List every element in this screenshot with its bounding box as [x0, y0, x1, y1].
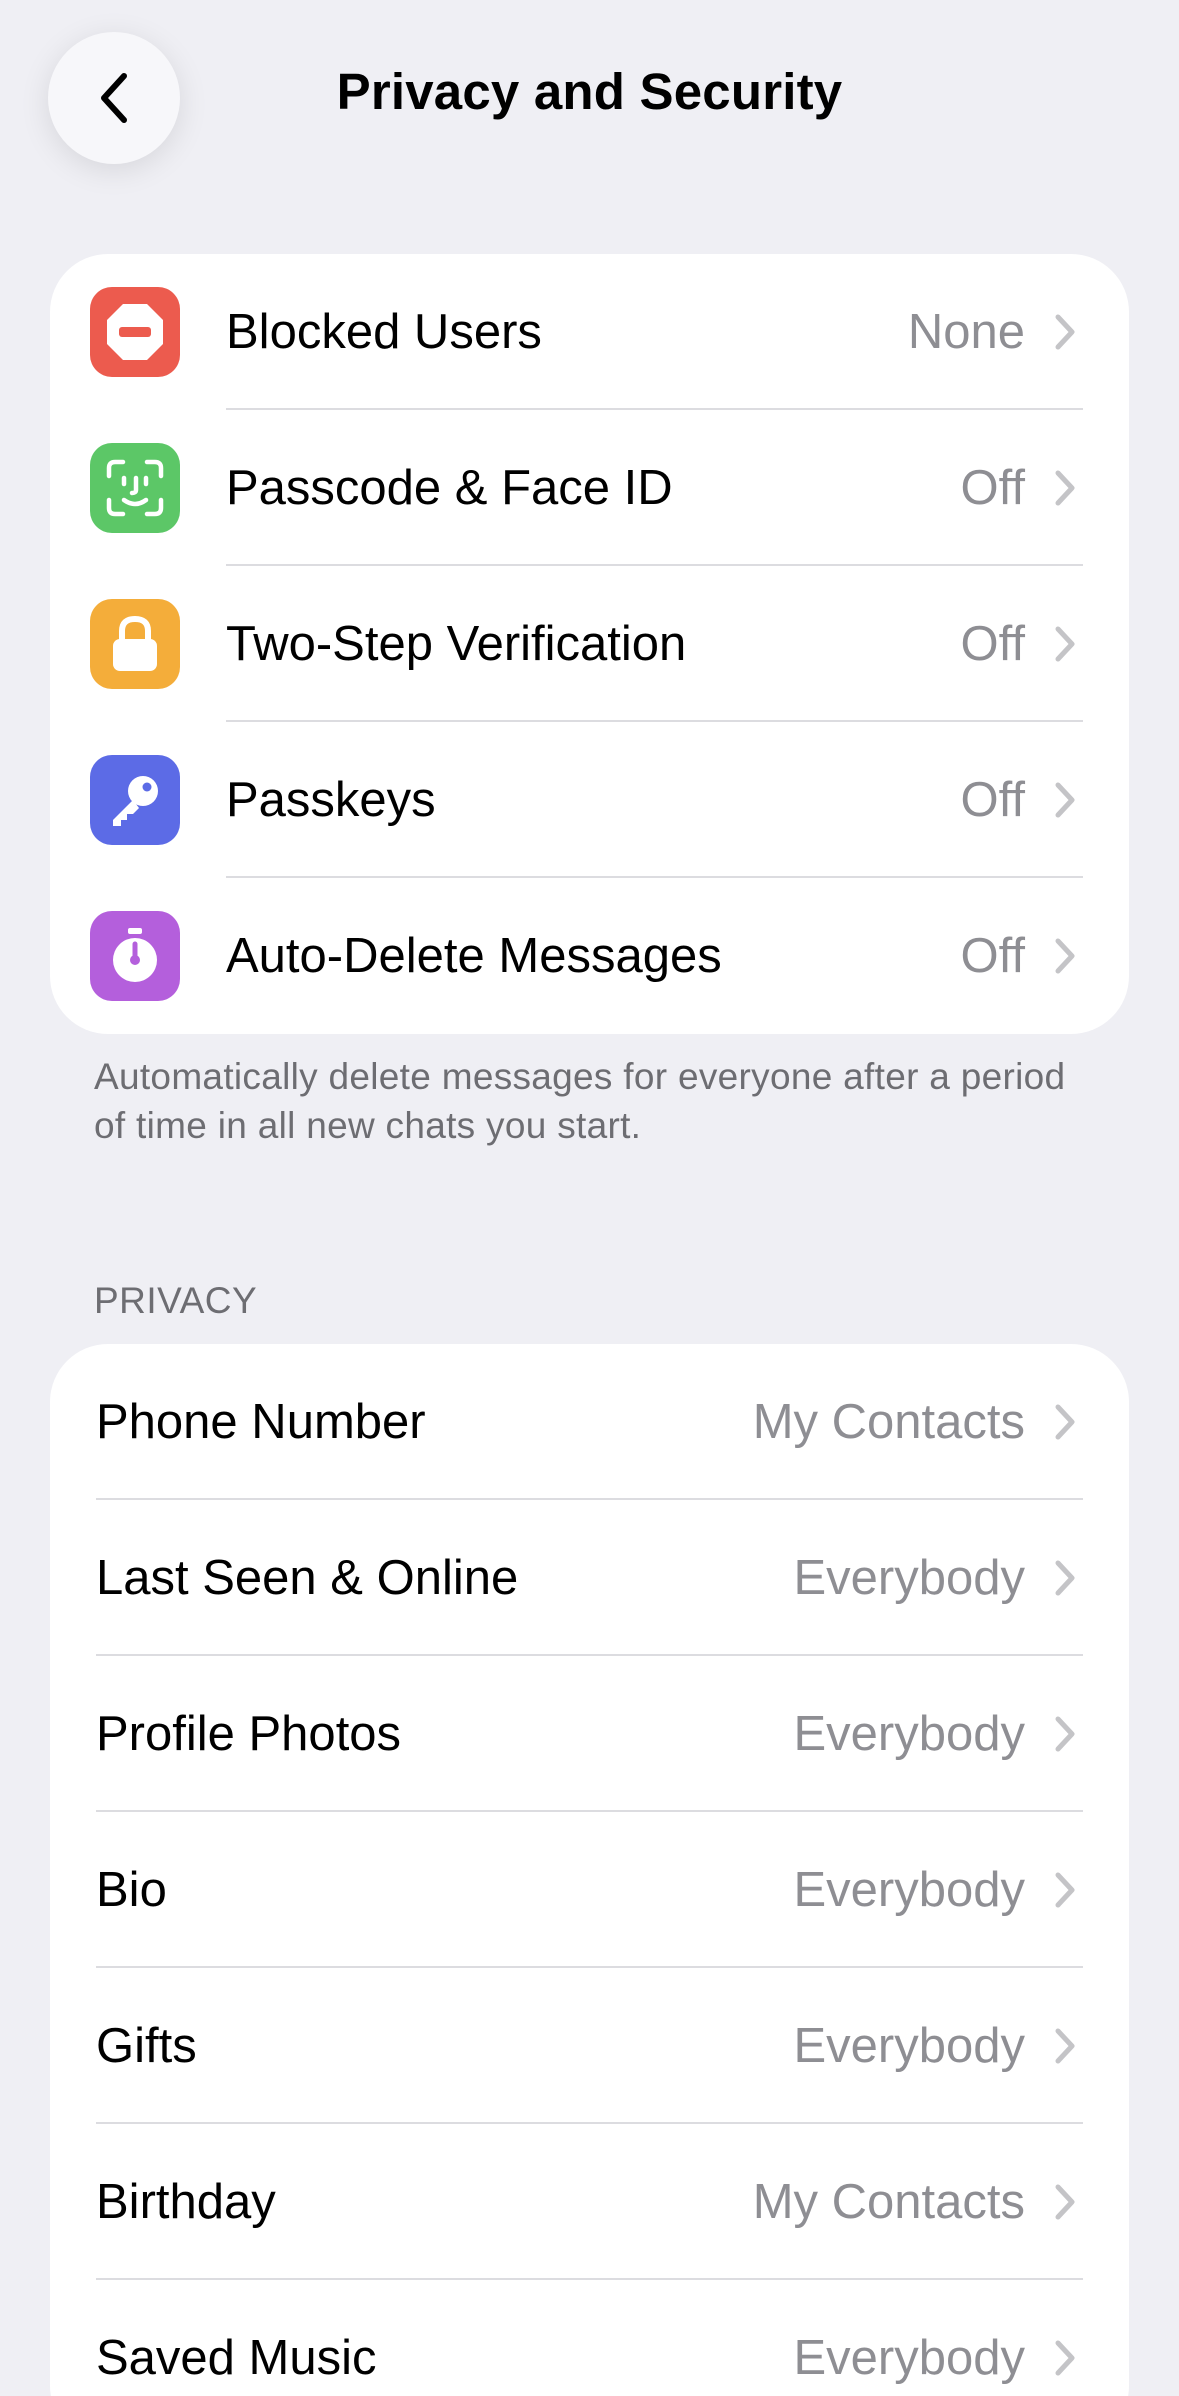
row-label: Birthday	[96, 2175, 276, 2229]
row-value: Everybody	[793, 2331, 1025, 2385]
timer-icon	[90, 911, 180, 1001]
page-title: Privacy and Security	[336, 63, 843, 120]
chevron-right-icon	[1041, 464, 1089, 512]
row-auto-delete-messages[interactable]: Auto-Delete Messages Off	[50, 878, 1129, 1034]
row-value: None	[907, 305, 1025, 359]
row-label: Profile Photos	[96, 1707, 402, 1761]
face-id-icon	[90, 443, 180, 533]
row-value: My Contacts	[752, 1395, 1025, 1449]
chevron-right-icon	[1041, 932, 1089, 980]
row-blocked-users[interactable]: Blocked Users None	[50, 254, 1129, 410]
row-value: Off	[960, 461, 1025, 515]
row-label: Blocked Users	[226, 305, 542, 359]
chevron-right-icon	[1041, 1710, 1089, 1758]
privacy-section-header: PRIVACY	[94, 1280, 258, 1321]
row-value: Everybody	[793, 2019, 1025, 2073]
row-value: Off	[960, 617, 1025, 671]
row-value: Everybody	[793, 1863, 1025, 1917]
row-value: Off	[960, 929, 1025, 983]
auto-delete-footer-note: Automatically delete messages for everyo…	[94, 1056, 1066, 1146]
row-label: Phone Number	[96, 1395, 426, 1449]
row-label: Saved Music	[96, 2331, 377, 2385]
chevron-right-icon	[1041, 1866, 1089, 1914]
row-label: Auto-Delete Messages	[226, 929, 722, 983]
chevron-right-icon	[1041, 1554, 1089, 1602]
row-value: My Contacts	[752, 2175, 1025, 2229]
chevron-right-icon	[1041, 308, 1089, 356]
chevron-right-icon	[1041, 2178, 1089, 2226]
chevron-right-icon	[1041, 2022, 1089, 2070]
row-value: Everybody	[793, 1551, 1025, 1605]
chevron-right-icon	[1041, 2334, 1089, 2382]
row-label: Two-Step Verification	[226, 617, 687, 671]
row-passkeys[interactable]: Passkeys Off	[50, 722, 1129, 878]
row-label: Passkeys	[226, 773, 436, 827]
chevron-right-icon	[1041, 776, 1089, 824]
chevron-right-icon	[1041, 620, 1089, 668]
row-saved-music[interactable]: Saved Music Everybody	[50, 2280, 1129, 2396]
key-icon	[90, 755, 180, 845]
blocked-icon	[90, 287, 180, 377]
row-birthday[interactable]: Birthday My Contacts	[50, 2124, 1129, 2280]
row-profile-photos[interactable]: Profile Photos Everybody	[50, 1656, 1129, 1812]
lock-icon	[90, 599, 180, 689]
row-last-seen-online[interactable]: Last Seen & Online Everybody	[50, 1500, 1129, 1656]
chevron-right-icon	[1041, 1398, 1089, 1446]
row-gifts[interactable]: Gifts Everybody	[50, 1968, 1129, 2124]
row-passcode-face-id[interactable]: Passcode & Face ID Off	[50, 410, 1129, 566]
row-label: Gifts	[96, 2019, 197, 2073]
row-label: Passcode & Face ID	[226, 461, 673, 515]
row-two-step-verification[interactable]: Two-Step Verification Off	[50, 566, 1129, 722]
security-card: Blocked Users None Passcode & Face ID Of…	[50, 254, 1129, 1034]
row-bio[interactable]: Bio Everybody	[50, 1812, 1129, 1968]
row-value: Everybody	[793, 1707, 1025, 1761]
row-value: Off	[960, 773, 1025, 827]
row-label: Bio	[96, 1863, 167, 1917]
row-phone-number[interactable]: Phone Number My Contacts	[50, 1344, 1129, 1500]
row-label: Last Seen & Online	[96, 1551, 519, 1605]
privacy-security-screen: Privacy and Security Blocked Users None	[0, 0, 1179, 2396]
privacy-card: Phone Number My Contacts Last Seen & Onl…	[50, 1344, 1129, 2396]
